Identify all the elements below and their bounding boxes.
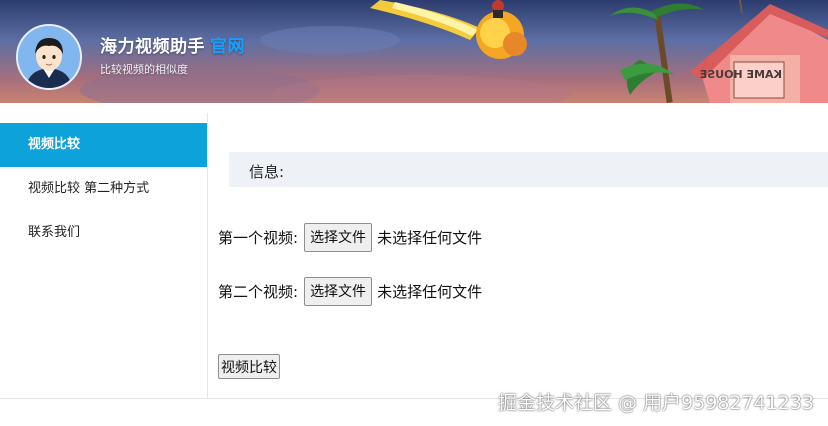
choose-file-button-first[interactable]: 选择文件 — [304, 222, 373, 252]
info-label: 信息: — [249, 163, 285, 181]
second-video-label: 第二个视频: — [218, 282, 299, 301]
info-panel: 信息: — [229, 152, 828, 187]
second-video-status: 未选择任何文件 — [377, 282, 483, 301]
file-input-second-video: 第二个视频: 选择文件 未选择任何文件 — [218, 276, 482, 306]
watermark: 掘金技术社区 @ 用户95982741233 — [497, 392, 814, 414]
sidebar-item-video-compare-alt[interactable]: 视频比较 第二种方式 — [0, 167, 207, 211]
header-banner: KAME HOUSE 海力视频助手 官网 比较视频的相似度 — [0, 0, 828, 103]
house-sign-text: KAME HOUSE — [700, 68, 782, 81]
sidebar: 视频比较 视频比较 第二种方式 联系我们 — [0, 113, 208, 398]
sidebar-item-video-compare[interactable]: 视频比较 — [0, 123, 207, 167]
choose-file-button-second[interactable]: 选择文件 — [304, 276, 373, 306]
app-title: 海力视频助手 官网 — [100, 32, 245, 57]
compare-videos-button[interactable]: 视频比较 — [218, 354, 280, 379]
app-title-text: 海力视频助手 — [100, 37, 205, 57]
sidebar-item-contact[interactable]: 联系我们 — [0, 211, 207, 255]
first-video-status: 未选择任何文件 — [377, 228, 483, 247]
official-site-link[interactable]: 官网 — [210, 37, 245, 57]
file-input-first-video: 第一个视频: 选择文件 未选择任何文件 — [218, 222, 482, 252]
first-video-label: 第一个视频: — [218, 228, 299, 247]
app-subtitle: 比较视频的相似度 — [100, 63, 188, 76]
avatar — [16, 24, 82, 90]
